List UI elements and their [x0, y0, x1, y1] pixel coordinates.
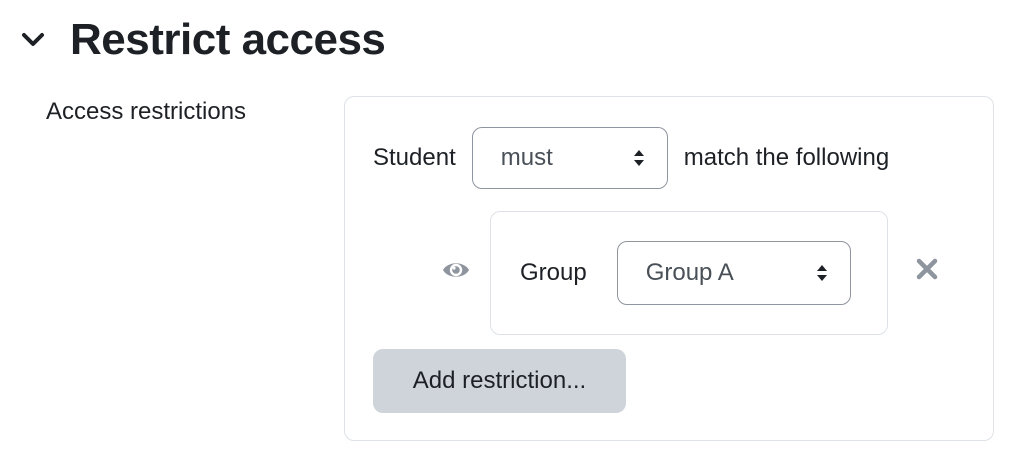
group-condition-box: Group Group A — [490, 211, 888, 335]
access-restrictions-label: Access restrictions — [46, 98, 247, 125]
group-select-value: Group A — [645, 259, 734, 286]
restriction-container: Student must match the following Group G… — [344, 96, 994, 441]
group-type-label: Group — [520, 259, 587, 286]
group-condition-row: Group Group A — [520, 241, 851, 305]
sort-caret-icon — [816, 265, 827, 281]
match-row: Student must match the following — [373, 127, 889, 189]
chevron-down-icon[interactable] — [18, 25, 48, 55]
group-select[interactable]: Group A — [616, 241, 851, 305]
student-label: Student — [373, 144, 456, 171]
restrict-access-page: Restrict access Access restrictions Stud… — [0, 0, 1024, 460]
restrict-access-header[interactable]: Restrict access — [18, 10, 386, 70]
section-title: Restrict access — [70, 15, 386, 64]
eye-icon[interactable] — [441, 257, 471, 283]
close-icon[interactable] — [915, 257, 939, 281]
add-restriction-button[interactable]: Add restriction... — [373, 349, 626, 413]
sort-caret-icon — [633, 150, 644, 166]
match-following-label: match the following — [683, 144, 890, 171]
match-mode-value: must — [500, 144, 553, 171]
match-mode-select[interactable]: must — [471, 127, 668, 189]
